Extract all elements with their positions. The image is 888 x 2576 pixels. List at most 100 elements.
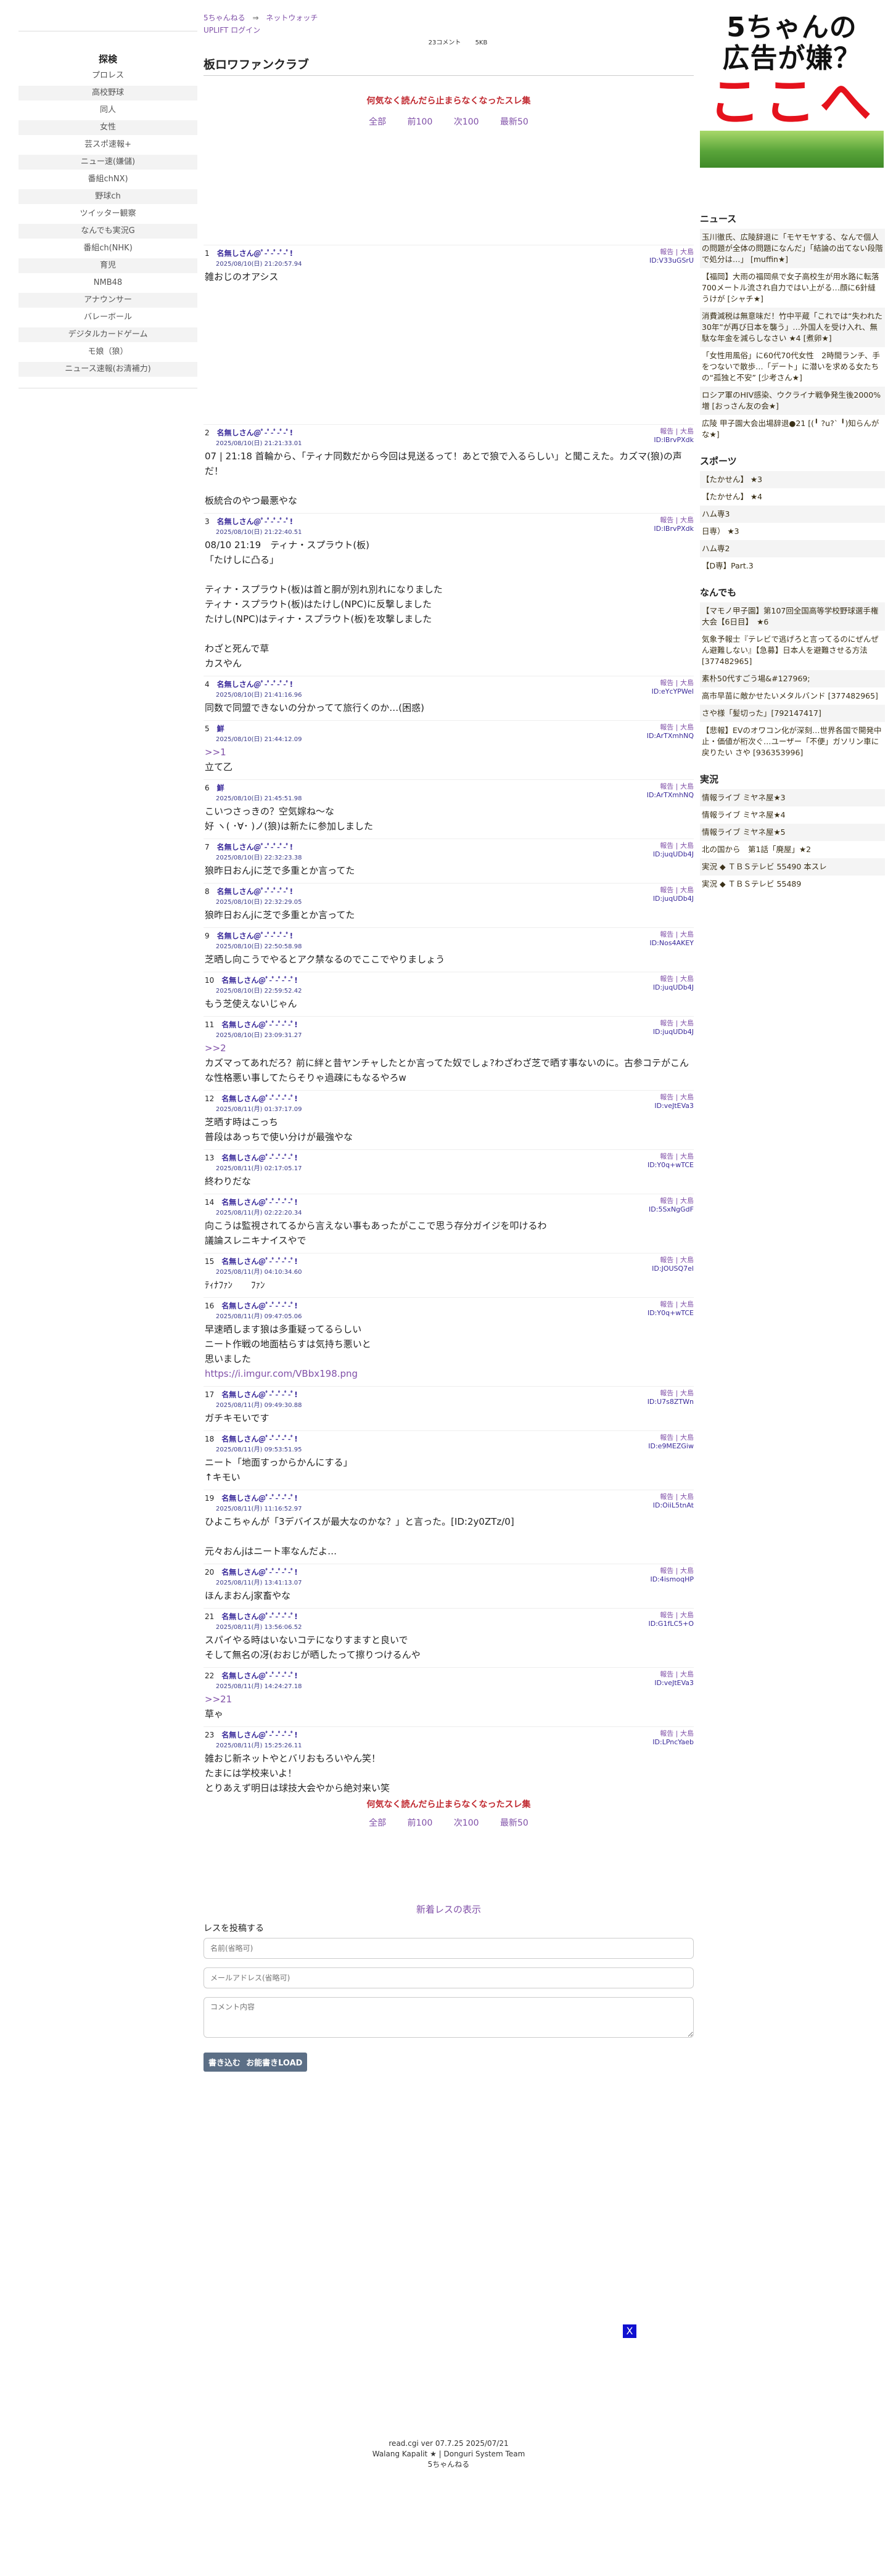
- new-replies-link[interactable]: 新着レスの表示: [204, 1903, 694, 1916]
- post-actions[interactable]: 報告 | 大島: [654, 427, 694, 436]
- sports-item[interactable]: 日専） ★3: [700, 523, 885, 540]
- post-actions[interactable]: 報告 | 大島: [650, 1567, 694, 1575]
- post-number[interactable]: 21: [205, 1612, 214, 1621]
- post-id[interactable]: ID:juqUDb4J: [653, 895, 694, 903]
- sports-item[interactable]: 【たかせん】 ★3: [700, 471, 885, 488]
- breadcrumb-site-link[interactable]: 5ちゃんねる: [204, 14, 245, 22]
- post-id[interactable]: ID:5SxNgGdF: [649, 1205, 694, 1214]
- pager-prev-link[interactable]: 前100: [408, 117, 433, 127]
- post-actions[interactable]: 報告 | 大島: [653, 886, 694, 895]
- post-actions[interactable]: 報告 | 大島: [648, 1300, 694, 1309]
- sidebar-item[interactable]: デジタルカードゲーム: [18, 327, 197, 342]
- post-number[interactable]: 15: [205, 1257, 214, 1266]
- jikkyo-item[interactable]: 情報ライブ ミヤネ屋★4: [700, 806, 885, 824]
- post-id[interactable]: ID:V33uGSrU: [649, 256, 694, 265]
- sidebar-item[interactable]: 番組ch(NHK): [18, 241, 197, 256]
- post-actions[interactable]: 報告 | 大島: [649, 1197, 694, 1205]
- close-icon[interactable]: X: [623, 2324, 636, 2338]
- post-actions[interactable]: 報告 | 大島: [652, 679, 694, 687]
- post-actions[interactable]: 報告 | 大島: [648, 1434, 694, 1442]
- post-actions[interactable]: 報告 | 大島: [647, 723, 694, 732]
- post-actions[interactable]: 報告 | 大島: [654, 516, 694, 525]
- post-actions[interactable]: 報告 | 大島: [649, 1611, 694, 1620]
- post-actions[interactable]: 報告 | 大島: [653, 1493, 694, 1501]
- post-id[interactable]: ID:juqUDb4J: [653, 1028, 694, 1036]
- post-id[interactable]: ID:JOUSQ7el: [652, 1265, 694, 1273]
- submit-button[interactable]: 書き込む お能書きLOAD: [204, 2053, 308, 2072]
- post-id[interactable]: ID:Y0q+wTCE: [648, 1161, 694, 1170]
- post-id[interactable]: ID:lBrvPXdk: [654, 436, 694, 445]
- post-number[interactable]: 16: [205, 1302, 214, 1310]
- news-item[interactable]: 広陵 甲子園大会出場辞退●21 [(╹ ?u?` ╹)知らんがな★]: [700, 415, 885, 443]
- sports-item[interactable]: ハム専3: [700, 506, 885, 523]
- sidebar-item[interactable]: プロレス: [18, 68, 197, 83]
- sidebar-item[interactable]: アナウンサー: [18, 293, 197, 308]
- post-number[interactable]: 5: [205, 724, 210, 733]
- post-id[interactable]: ID:Nos4AKEY: [649, 939, 694, 948]
- anything-item[interactable]: 【悲報】EVのオワコン化が深刻…世界各国で開発中止・価値が桁次ぐ…ユーザー「不便…: [700, 722, 885, 761]
- post-actions[interactable]: 報告 | 大島: [653, 1019, 694, 1028]
- post-number[interactable]: 2: [205, 429, 210, 437]
- post-id[interactable]: ID:U7s8ZTWn: [648, 1398, 694, 1406]
- sidebar-item[interactable]: 芸スポ速報+: [18, 137, 197, 152]
- post-actions[interactable]: 報告 | 大島: [649, 930, 694, 939]
- post-number[interactable]: 11: [205, 1020, 214, 1029]
- comment-textarea[interactable]: [204, 1997, 694, 2038]
- post-number[interactable]: 13: [205, 1154, 214, 1162]
- jikkyo-item[interactable]: 情報ライブ ミヤネ屋★3: [700, 789, 885, 806]
- sidebar-item[interactable]: ニュー速(嫌儲): [18, 155, 197, 170]
- post-id[interactable]: ID:ArTXmhNQ: [647, 791, 694, 800]
- anything-item[interactable]: 高市早苗に敵かせたいメタルバンド [377482965]: [700, 687, 885, 705]
- post-id[interactable]: ID:4ismoqHP: [650, 1575, 694, 1584]
- pager-latest-link[interactable]: 最新50: [500, 1818, 528, 1828]
- post-id[interactable]: ID:Y0q+wTCE: [648, 1309, 694, 1318]
- post-number[interactable]: 22: [205, 1672, 214, 1680]
- pager-next-link[interactable]: 次100: [454, 1818, 479, 1828]
- post-number[interactable]: 10: [205, 976, 214, 985]
- anything-item[interactable]: 気象予報士『テレビで逃げろと言ってるのにぜんぜん避難しない』【急募】日本人を避難…: [700, 631, 885, 670]
- pager-all-link[interactable]: 全部: [369, 1818, 386, 1828]
- post-id[interactable]: ID:veJtEVa3: [654, 1102, 694, 1110]
- anything-item[interactable]: 【マモノ甲子園】第107回全国高等学校野球選手権大会【6日目】 ★6: [700, 602, 885, 631]
- post-number[interactable]: 19: [205, 1494, 214, 1503]
- post-actions[interactable]: 報告 | 大島: [647, 782, 694, 791]
- post-number[interactable]: 20: [205, 1568, 214, 1577]
- news-item[interactable]: 玉川徹氏、広陵辞退に「モヤモヤする、なんで個人の問題が全体の問題になんだ」「結論…: [700, 229, 885, 268]
- post-id[interactable]: ID:G1fLC5+O: [649, 1620, 694, 1628]
- post-number[interactable]: 18: [205, 1435, 214, 1443]
- jikkyo-item[interactable]: 実況 ◆ ＴＢＳテレビ 55490 本スレ: [700, 858, 885, 876]
- post-number[interactable]: 1: [205, 249, 210, 258]
- news-item[interactable]: 【福岡】大雨の福岡県で女子高校生が用水路に転落 700メートル流され自力ではい上…: [700, 268, 887, 308]
- post-number[interactable]: 17: [205, 1390, 214, 1399]
- sidebar-item[interactable]: ツイッター観察: [18, 207, 197, 221]
- post-actions[interactable]: 報告 | 大島: [652, 1729, 694, 1738]
- post-number[interactable]: 8: [205, 887, 210, 896]
- sidebar-item[interactable]: ニュース速報(お清補力): [18, 362, 197, 377]
- sidebar-item[interactable]: なんでも実況G: [18, 224, 197, 239]
- post-id[interactable]: ID:juqUDb4J: [653, 983, 694, 992]
- sidebar-item[interactable]: バレーボール: [18, 310, 197, 325]
- post-actions[interactable]: 報告 | 大島: [654, 1670, 694, 1679]
- post-actions[interactable]: 報告 | 大島: [652, 1256, 694, 1265]
- recommend-link-bottom[interactable]: 何気なく読んだら止まらなくなったスレ集: [204, 1798, 694, 1810]
- post-number[interactable]: 6: [205, 784, 210, 792]
- recommend-link[interactable]: 何気なく読んだら止まらなくなったスレ集: [204, 94, 694, 107]
- sidebar-item[interactable]: 野球ch: [18, 189, 197, 204]
- post-actions[interactable]: 報告 | 大島: [653, 975, 694, 983]
- post-number[interactable]: 23: [205, 1731, 214, 1739]
- post-number[interactable]: 9: [205, 932, 210, 940]
- sidebar-item[interactable]: 高校野球: [18, 86, 197, 100]
- news-item[interactable]: 消費減税は無意味だ！竹中平蔵「これでは“失われた30年”が再び日本を襲う」…外国…: [700, 308, 885, 347]
- sidebar-item[interactable]: 育児: [18, 258, 197, 273]
- pager-next-link[interactable]: 次100: [454, 117, 479, 127]
- reply-anchor-link[interactable]: >>21: [205, 1692, 694, 1707]
- jikkyo-item[interactable]: 情報ライブ ミヤネ屋★5: [700, 824, 885, 841]
- news-item[interactable]: 「女性用風俗」に60代70代女性 2時間ランチ、手をつないで散歩…「デート」に潜…: [700, 347, 885, 387]
- post-id[interactable]: ID:ArTXmhNQ: [647, 732, 694, 740]
- post-id[interactable]: ID:eYcYPWel: [652, 687, 694, 696]
- post-id[interactable]: ID:OiiL5tnAt: [653, 1501, 694, 1510]
- name-input[interactable]: [204, 1938, 694, 1959]
- post-number[interactable]: 12: [205, 1094, 214, 1103]
- post-number[interactable]: 14: [205, 1198, 214, 1207]
- ad-banner[interactable]: 5ちゃんの 広告が嫌？ ここへ: [700, 12, 884, 168]
